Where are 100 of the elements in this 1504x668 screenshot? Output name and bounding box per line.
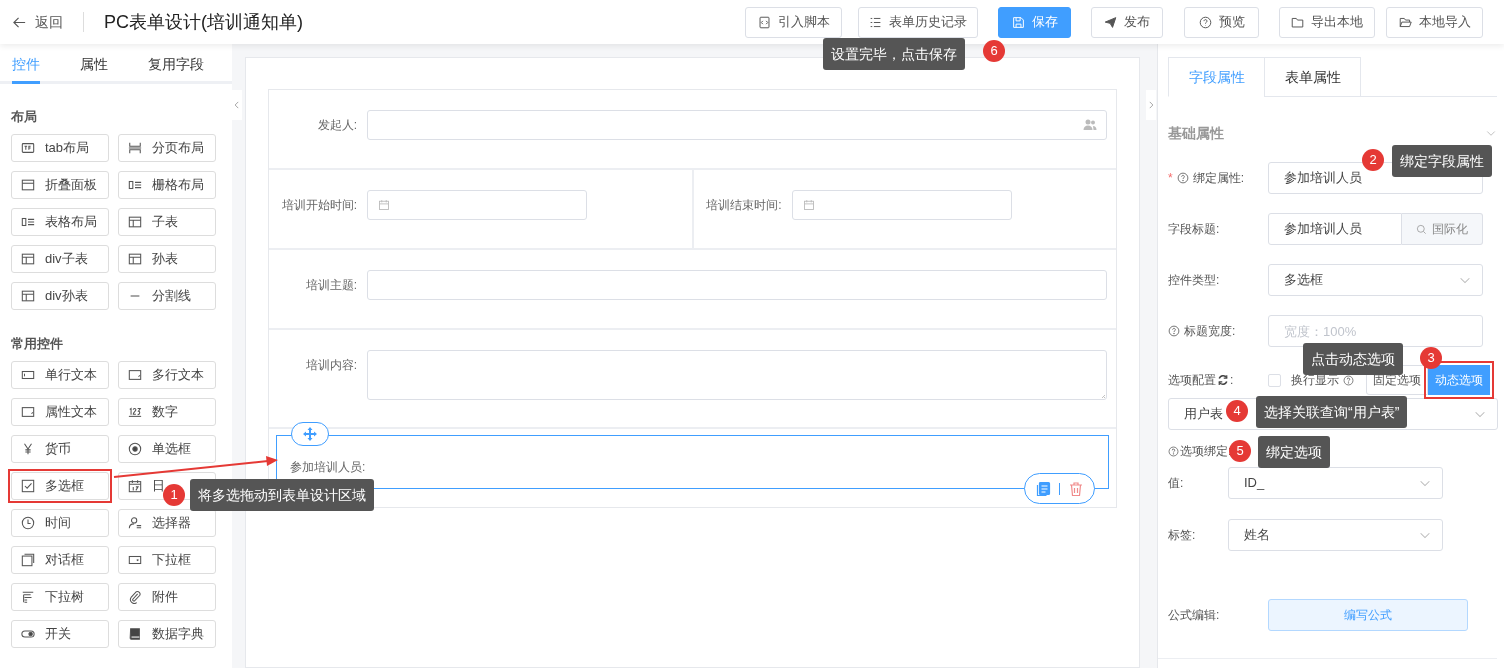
palette-item[interactable]: 货币 <box>11 435 109 463</box>
calendar-icon <box>802 199 815 211</box>
toolbar-button[interactable]: 表单历史记录 <box>858 6 978 38</box>
open-folder-icon <box>1398 15 1412 29</box>
tree-list-icon <box>21 590 35 604</box>
input-field[interactable]: 参加培训人员 <box>1268 213 1402 245</box>
field-label: 标题宽度: <box>1184 323 1236 340</box>
palette-item[interactable]: 选择器 <box>118 509 216 537</box>
move-handle[interactable] <box>291 422 329 446</box>
help-icon <box>1343 374 1354 386</box>
field-label: 培训开始时间: <box>280 197 358 214</box>
table-icon <box>21 252 35 266</box>
checkbox-label: 换行显示 <box>1291 372 1339 389</box>
palette-item[interactable]: 表格布局 <box>11 208 109 236</box>
toolbar-button[interactable]: 导出本地 <box>1279 6 1375 38</box>
palette-item[interactable]: 单行文本 <box>11 361 109 389</box>
palette-item[interactable]: 数据字典 <box>118 620 216 648</box>
properties-tab[interactable]: 表单属性 <box>1264 57 1361 97</box>
toolbar-button[interactable]: 引入脚本 <box>745 6 842 38</box>
annotation-tooltip: 点击动态选项 <box>1303 343 1403 375</box>
panel-icon <box>21 178 35 192</box>
toggle-switch-icon <box>21 627 35 641</box>
palette-item[interactable]: 孙表 <box>118 245 216 273</box>
palette-item[interactable]: 时间 <box>11 509 109 537</box>
input-field[interactable] <box>367 270 1107 300</box>
palette-item[interactable]: 分割线 <box>118 282 216 310</box>
page-title: PC表单设计(培训通知单) <box>104 10 303 34</box>
dropdown-box-icon <box>128 553 142 567</box>
page-break-icon <box>128 141 142 155</box>
section-heading: 基础属性 <box>1168 123 1224 143</box>
number-icon <box>128 405 142 419</box>
radio-icon <box>128 442 142 456</box>
paperclip-icon <box>128 590 142 604</box>
palette-item[interactable]: 对话框 <box>11 546 109 574</box>
field-label: 值: <box>1168 475 1185 492</box>
back-link[interactable]: 返回 <box>12 11 63 33</box>
field-label: 发起人: <box>316 117 358 134</box>
palette-item[interactable]: 单选框 <box>118 435 216 463</box>
field-label: 控件类型: <box>1168 272 1221 289</box>
palette-item[interactable]: div子表 <box>11 245 109 273</box>
i18n-button[interactable]: 国际化 <box>1402 213 1483 245</box>
paper-plane-icon <box>1104 15 1117 29</box>
field-label: 公式编辑: <box>1168 607 1221 624</box>
palette-item[interactable]: 多选框 <box>11 472 109 500</box>
copy-button[interactable] <box>1035 480 1051 497</box>
field-label: 培训内容: <box>304 357 358 374</box>
palette-item[interactable]: 开关 <box>11 620 109 648</box>
palette-item[interactable]: 子表 <box>118 208 216 236</box>
toolbar-button[interactable]: 预览 <box>1184 6 1259 38</box>
window-icon <box>21 553 35 567</box>
palette-item[interactable]: 折叠面板 <box>11 171 109 199</box>
field-label: 绑定属性: <box>1192 170 1244 187</box>
table-icon <box>128 215 142 229</box>
date-field[interactable] <box>367 190 587 220</box>
palette-item[interactable]: 下拉树 <box>11 583 109 611</box>
required-asterisk: * <box>1168 170 1173 187</box>
palette-item[interactable]: 多行文本 <box>118 361 216 389</box>
checkbox-icon <box>21 479 35 493</box>
collapse-right-button[interactable] <box>1146 90 1156 120</box>
toolbar-button[interactable]: 本地导入 <box>1386 6 1483 38</box>
section-heading: 常用控件 <box>11 335 64 353</box>
palette-item[interactable]: 下拉框 <box>118 546 216 574</box>
field-label: 标签: <box>1168 527 1197 544</box>
field-label: 培训主题: <box>304 277 358 294</box>
toolbar-button[interactable]: 发布 <box>1091 6 1163 38</box>
refresh-icon <box>1217 374 1229 386</box>
palette-item[interactable]: 栅格布局 <box>118 171 216 199</box>
chevron-left-icon <box>232 100 242 110</box>
user-icon <box>128 516 142 530</box>
calendar-icon <box>128 479 142 493</box>
annotation-tooltip: 绑定选项 <box>1258 436 1330 468</box>
grid-layout-icon <box>21 215 35 229</box>
field-label: 培训结束时间: <box>705 197 783 214</box>
user-picker-field[interactable] <box>367 110 1107 140</box>
move-arrows-icon <box>302 426 318 442</box>
annotation-tooltip: 设置完毕，点击保存 <box>823 38 965 70</box>
palette-item[interactable]: div孙表 <box>11 282 109 310</box>
delete-button[interactable] <box>1068 480 1084 497</box>
select-field[interactable]: 姓名 <box>1228 519 1443 551</box>
rectangle-icon <box>21 141 35 155</box>
select-field[interactable]: 多选框 <box>1268 264 1483 296</box>
date-field[interactable] <box>791 190 1012 220</box>
palette-item[interactable]: 附件 <box>118 583 216 611</box>
search-icon <box>1416 223 1427 235</box>
book-icon <box>128 627 142 641</box>
copy-icon <box>1035 480 1051 497</box>
table-icon <box>128 252 142 266</box>
collapse-left-button[interactable] <box>232 90 242 120</box>
calendar-icon <box>378 199 390 211</box>
input-field[interactable]: 宽度：100% <box>1268 315 1483 347</box>
palette-item[interactable]: 数字 <box>118 398 216 426</box>
palette-item[interactable]: tab布局 <box>11 134 109 162</box>
text-area[interactable] <box>367 350 1107 400</box>
palette-item[interactable]: 属性文本 <box>11 398 109 426</box>
checkbox[interactable] <box>1268 373 1281 387</box>
panel-tab[interactable]: 属性 <box>80 48 108 84</box>
palette-item[interactable]: 分页布局 <box>118 134 216 162</box>
panel-tab[interactable]: 复用字段 <box>148 48 204 84</box>
field-label: 选项配置 <box>1168 372 1216 389</box>
annotation-tooltip: 选择关联查询“用户表” <box>1256 396 1408 428</box>
